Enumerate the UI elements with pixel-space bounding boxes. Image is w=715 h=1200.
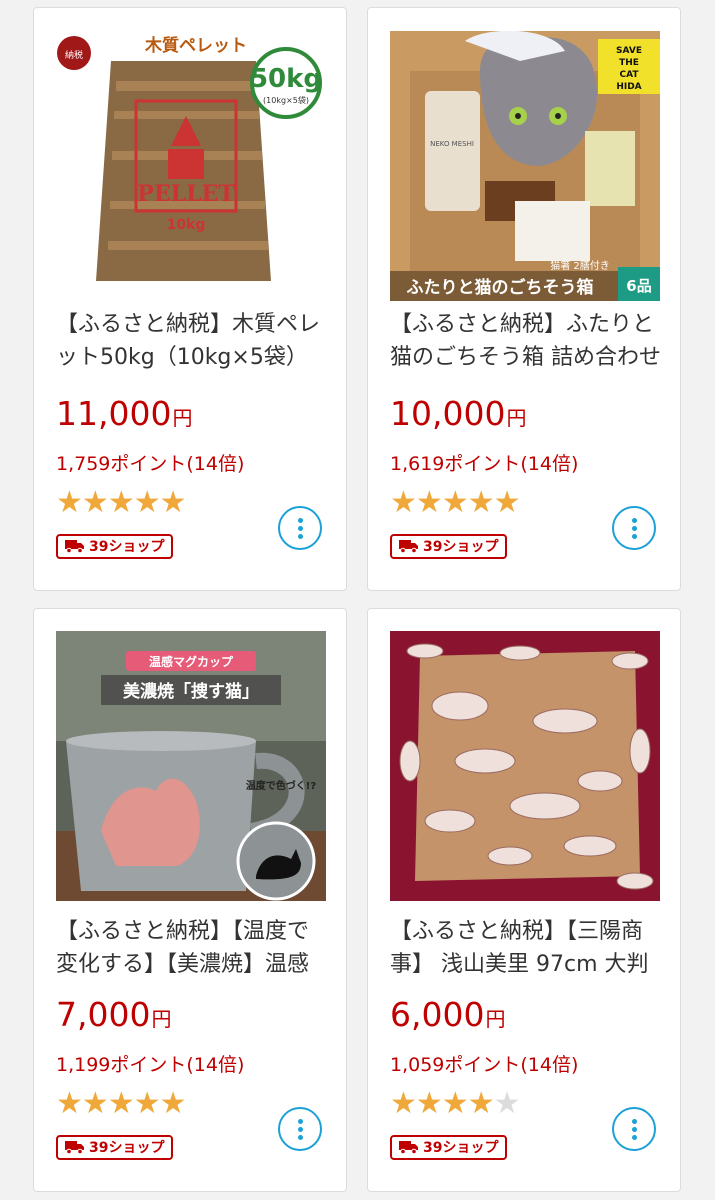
svg-text:ふたりと猫のごちそう箱: ふたりと猫のごちそう箱 (407, 277, 594, 298)
rating-stars: ★★★★★ (56, 485, 187, 520)
product-title[interactable]: 【ふるさと納税】木質ペレット50kg（10kg×5袋） (56, 308, 328, 374)
star-icon: ★ (56, 1086, 83, 1121)
svg-text:SAVE: SAVE (616, 46, 642, 56)
shop-badge: 39ショップ (56, 1135, 174, 1160)
more-vertical-icon (631, 1118, 637, 1124)
product-points: 1,199ポイント(14倍) (56, 1054, 245, 1076)
shop-badge: 39ショップ (390, 534, 508, 559)
product-grid: PELLET 10kg 木質ペレット 納税 50kg (10kg×5袋) 【ふる… (0, 0, 715, 1200)
more-options-button[interactable] (612, 1107, 656, 1151)
more-vertical-icon (631, 517, 637, 523)
product-points: 1,759ポイント(14倍) (56, 453, 245, 475)
shop-badge-label: 39ショップ (89, 1140, 165, 1156)
star-icon: ★ (133, 485, 161, 520)
shop-badge: 39ショップ (56, 534, 174, 559)
shop-badge-label: 39ショップ (423, 539, 499, 555)
product-card[interactable]: 【ふるさと納税】【三陽商事】 浅山美里 97cm 大判ハンカチ 6,000円 1… (367, 608, 681, 1192)
more-options-button[interactable] (612, 506, 656, 550)
delivery-truck-icon (65, 540, 84, 553)
product-image[interactable] (390, 631, 660, 901)
star-icon: ★ (467, 1086, 495, 1121)
delivery-truck-icon (399, 540, 418, 553)
star-icon: ★ (56, 485, 83, 520)
product-image[interactable]: PELLET 10kg 木質ペレット 納税 50kg (10kg×5袋) (56, 31, 326, 301)
product-image[interactable]: NEKO MESHI SAVE THE CAT HIDA 猫箸 2膳付き ふたり… (390, 31, 660, 301)
svg-text:NEKO MESHI: NEKO MESHI (430, 140, 474, 148)
product-title[interactable]: 【ふるさと納税】【三陽商事】 浅山美里 97cm 大判ハンカチ (390, 915, 662, 981)
svg-text:10kg: 10kg (167, 217, 206, 233)
product-price: 6,000円 (390, 995, 506, 1034)
product-title[interactable]: 【ふるさと納税】ふたりと猫のごちそう箱 詰め合わせ (390, 308, 662, 374)
svg-text:HIDA: HIDA (616, 82, 641, 92)
star-icon: ★ (493, 485, 521, 520)
star-icon: ★ (133, 1086, 161, 1121)
star-icon: ★ (107, 485, 135, 520)
product-price: 7,000円 (56, 995, 172, 1034)
product-points: 1,059ポイント(14倍) (390, 1054, 579, 1076)
svg-text:美濃焼「捜す猫」: 美濃焼「捜す猫」 (123, 681, 259, 702)
product-card[interactable]: 温感マグカップ 美濃焼「捜す猫」 温度で色づく!? 【ふるさと納税】【温度で変化… (33, 608, 347, 1192)
svg-text:温度で色づく!?: 温度で色づく!? (246, 779, 317, 792)
star-icon: ★ (390, 485, 417, 520)
delivery-truck-icon (65, 1141, 84, 1154)
star-icon: ★ (415, 1086, 443, 1121)
product-price: 11,000円 (56, 394, 193, 433)
star-icon: ★ (159, 485, 187, 520)
shop-badge-label: 39ショップ (423, 1140, 499, 1156)
rating-stars: ★★★★★ (56, 1086, 187, 1121)
product-price: 10,000円 (390, 394, 527, 433)
star-icon: ★ (493, 1086, 521, 1121)
svg-text:6品: 6品 (626, 277, 651, 295)
star-icon: ★ (107, 1086, 135, 1121)
svg-text:THE: THE (619, 58, 639, 68)
star-icon: ★ (159, 1086, 187, 1121)
shop-badge: 39ショップ (390, 1135, 508, 1160)
star-icon: ★ (390, 1086, 417, 1121)
product-title[interactable]: 【ふるさと納税】【温度で変化する】【美濃焼】温感マグカップ (56, 915, 328, 981)
star-icon: ★ (415, 485, 443, 520)
svg-text:50kg: 50kg (250, 64, 322, 94)
svg-text:(10kg×5袋): (10kg×5袋) (263, 95, 309, 105)
more-vertical-icon (297, 1118, 303, 1124)
product-image[interactable]: 温感マグカップ 美濃焼「捜す猫」 温度で色づく!? (56, 631, 326, 901)
star-icon: ★ (81, 485, 109, 520)
delivery-truck-icon (399, 1141, 418, 1154)
star-icon: ★ (441, 1086, 469, 1121)
product-points: 1,619ポイント(14倍) (390, 453, 579, 475)
more-vertical-icon (297, 517, 303, 523)
svg-text:温感マグカップ: 温感マグカップ (149, 654, 234, 669)
svg-text:PELLET: PELLET (137, 181, 235, 207)
svg-text:木質ペレット: 木質ペレット (144, 35, 247, 56)
rating-stars: ★★★★★ (390, 485, 521, 520)
product-card[interactable]: PELLET 10kg 木質ペレット 納税 50kg (10kg×5袋) 【ふる… (33, 7, 347, 591)
star-icon: ★ (467, 485, 495, 520)
more-options-button[interactable] (278, 506, 322, 550)
star-icon: ★ (81, 1086, 109, 1121)
svg-text:CAT: CAT (619, 70, 639, 80)
more-options-button[interactable] (278, 1107, 322, 1151)
svg-text:猫箸 2膳付き: 猫箸 2膳付き (550, 259, 610, 272)
shop-badge-label: 39ショップ (89, 539, 165, 555)
star-icon: ★ (441, 485, 469, 520)
svg-text:納税: 納税 (65, 49, 83, 61)
rating-stars: ★★★★★ (390, 1086, 521, 1121)
product-card[interactable]: NEKO MESHI SAVE THE CAT HIDA 猫箸 2膳付き ふたり… (367, 7, 681, 591)
